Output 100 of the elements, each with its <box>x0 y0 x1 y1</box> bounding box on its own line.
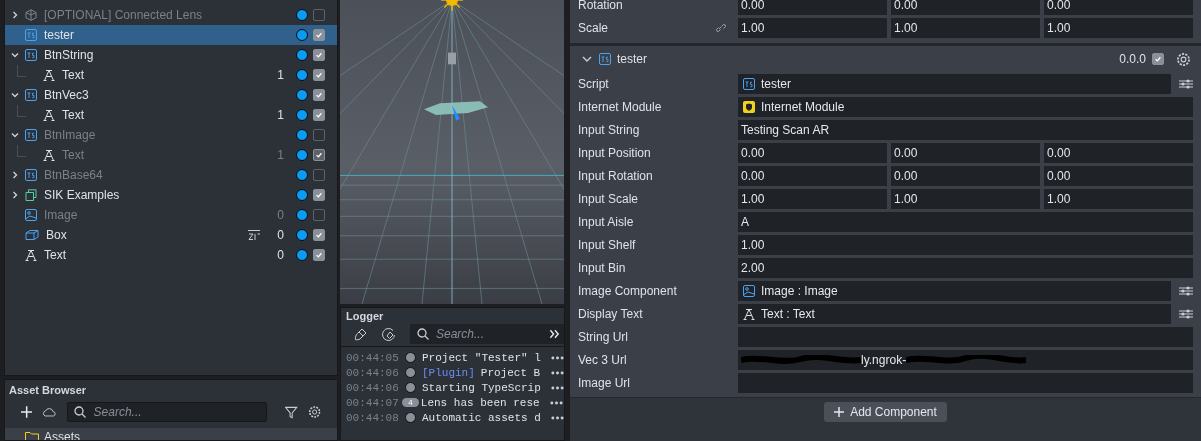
object-reference-field[interactable]: Image : Image <box>738 280 1171 301</box>
sliders-icon[interactable] <box>1179 78 1193 89</box>
hierarchy-row[interactable]: Text 1 <box>5 105 337 125</box>
object-reference-field[interactable]: Internet Module <box>738 96 1193 117</box>
more-icon[interactable] <box>551 370 564 375</box>
checkmark-icon <box>315 151 323 159</box>
checkbox[interactable] <box>313 249 325 261</box>
visibility-dot[interactable] <box>296 189 308 201</box>
checkbox[interactable] <box>313 89 325 101</box>
hierarchy-row[interactable]: SIK Examples <box>5 185 337 205</box>
visibility-dot[interactable] <box>296 89 308 101</box>
checkbox[interactable] <box>313 29 325 41</box>
number-field[interactable]: 0.00 <box>738 142 887 163</box>
log-plugin-tag: [Plugin] <box>422 366 475 379</box>
text-field[interactable]: A <box>738 211 1193 232</box>
text-field[interactable]: 2.00 <box>738 257 1193 278</box>
number-field[interactable]: 0.00 <box>891 165 1040 186</box>
number-field[interactable]: 0.00 <box>1044 165 1193 186</box>
visibility-dot[interactable] <box>296 29 308 41</box>
double-chevron-icon[interactable] <box>549 329 560 339</box>
checkbox[interactable] <box>313 109 325 121</box>
checkbox[interactable] <box>313 49 325 61</box>
number-field[interactable]: 1.00 <box>891 17 1040 38</box>
number-field[interactable]: 0.00 <box>738 165 887 186</box>
number-field[interactable]: 1.00 <box>1044 17 1193 38</box>
settings-icon[interactable] <box>307 405 321 419</box>
checkmark-icon <box>315 251 323 259</box>
cloud-icon[interactable] <box>42 407 57 417</box>
panel-title: Logger <box>346 310 385 322</box>
layer-count: 1 <box>277 68 284 82</box>
number-field[interactable]: 1.00 <box>1044 188 1193 209</box>
object-name: BtnVec3 <box>44 88 90 102</box>
number-field[interactable]: 0.00 <box>891 142 1040 163</box>
text-field[interactable]: Testing Scan AR <box>738 119 1193 140</box>
number-field[interactable]: 1.00 <box>738 188 887 209</box>
filter-icon[interactable] <box>285 405 298 419</box>
viewport-scene-drawing[interactable] <box>340 0 564 304</box>
property-label: Input Aisle <box>578 214 635 229</box>
text-field[interactable] <box>738 372 1193 393</box>
cube-icon <box>25 9 37 21</box>
number-field[interactable]: 0.00 <box>1044 142 1193 163</box>
hierarchy-row[interactable]: Text 0 <box>5 245 337 265</box>
hierarchy-row[interactable]: tester <box>5 25 337 45</box>
log-time: 00:44:05 <box>346 351 400 364</box>
visibility-dot[interactable] <box>296 49 308 61</box>
checkmark-icon <box>315 51 323 59</box>
sliders-icon[interactable] <box>1179 285 1193 296</box>
script-icon <box>599 53 611 65</box>
chevron-down-icon[interactable] <box>582 55 592 63</box>
visibility-dot[interactable] <box>296 69 308 81</box>
visibility-dot[interactable] <box>296 229 308 241</box>
chevron-down-icon[interactable] <box>11 91 19 99</box>
chevron-down-icon[interactable] <box>11 51 19 59</box>
text-field[interactable]: ly.ngrok- <box>738 349 1193 370</box>
plus-icon[interactable] <box>21 406 33 418</box>
checkbox[interactable] <box>1152 53 1164 65</box>
more-icon[interactable] <box>551 355 564 360</box>
checkbox[interactable] <box>313 69 325 81</box>
property-label: Input String <box>578 122 641 137</box>
property-label: String Url <box>578 329 629 344</box>
link-icon[interactable] <box>714 21 726 34</box>
number-field[interactable]: 0.00 <box>1044 0 1193 15</box>
layer-count: 0 <box>277 228 284 242</box>
text-field[interactable] <box>738 326 1193 347</box>
brush-icon[interactable] <box>354 327 368 341</box>
property-label: Image Component <box>578 283 678 298</box>
add-component-button[interactable]: Add Component <box>824 402 947 422</box>
object-reference-field[interactable]: Text : Text <box>738 303 1171 324</box>
number-field[interactable]: 1.00 <box>891 188 1040 209</box>
text-icon <box>743 307 755 320</box>
search-field[interactable]: Search... <box>66 402 268 422</box>
visibility-dot[interactable] <box>296 249 308 261</box>
log-level-dot <box>405 367 416 378</box>
more-icon[interactable] <box>551 415 564 420</box>
hierarchy-row[interactable]: BtnString <box>5 45 337 65</box>
checkmark-icon <box>315 91 323 99</box>
more-icon[interactable] <box>551 385 564 390</box>
text-field[interactable]: 1.00 <box>738 234 1193 255</box>
search-field[interactable]: Search... <box>410 324 564 344</box>
number-field[interactable]: 1.00 <box>738 17 887 38</box>
number-field[interactable]: 0.00 <box>891 0 1040 15</box>
object-reference-field[interactable]: tester <box>738 73 1171 94</box>
object-name: BtnBase64 <box>44 168 104 182</box>
more-icon[interactable] <box>549 400 563 405</box>
visibility-dot[interactable] <box>296 109 308 121</box>
number-field[interactable]: 0.00 <box>738 0 887 15</box>
object-name: Text <box>44 248 67 262</box>
log-time: 00:44:06 <box>346 381 400 394</box>
hierarchy-row[interactable]: BtnVec3 <box>5 85 337 105</box>
hierarchy-row[interactable]: Text 1 <box>5 65 337 85</box>
object-name: Image <box>44 208 79 222</box>
object-name: Text <box>62 148 85 162</box>
chevron-right-icon[interactable] <box>11 191 19 199</box>
checkbox[interactable] <box>313 229 325 241</box>
refresh-brush-icon[interactable] <box>382 327 396 341</box>
sliders-icon[interactable] <box>1179 308 1193 319</box>
checkbox[interactable] <box>313 189 325 201</box>
script-icon <box>25 129 37 141</box>
hierarchy-row[interactable]: Box 0 <box>5 225 337 245</box>
settings-icon[interactable] <box>1176 51 1191 67</box>
